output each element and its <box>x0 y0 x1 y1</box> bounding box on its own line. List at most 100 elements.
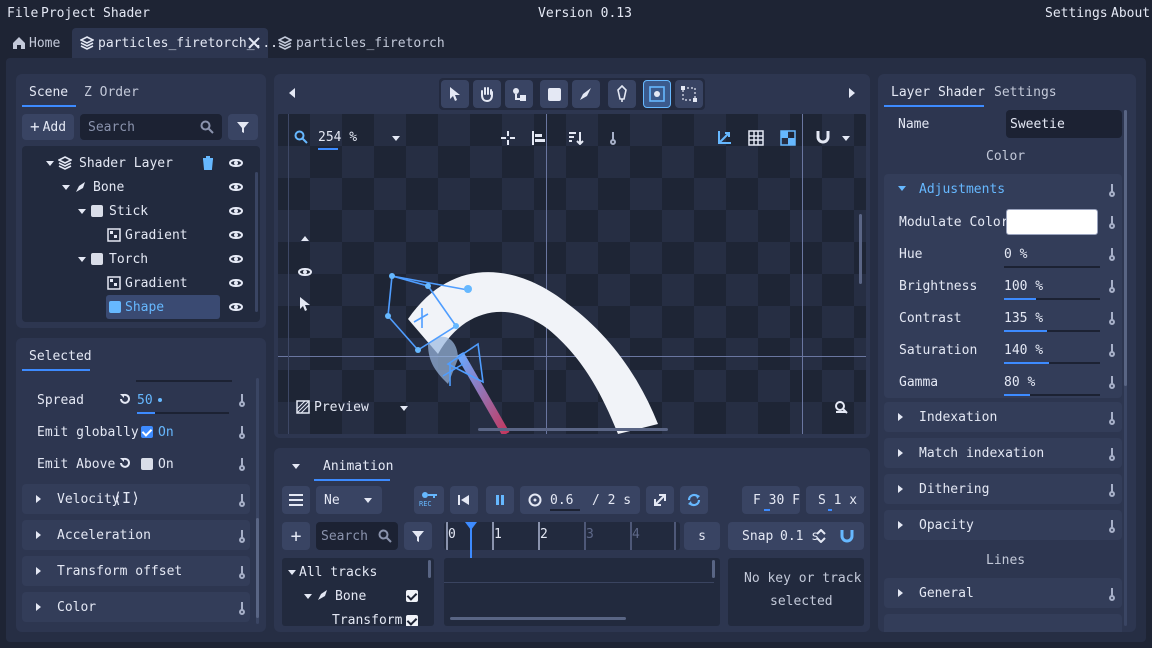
menu-file[interactable]: File <box>7 7 38 20</box>
chevron-down-icon[interactable] <box>46 161 54 166</box>
key-icon[interactable] <box>239 458 245 471</box>
track-transform[interactable]: Transform <box>332 614 402 626</box>
spread-field[interactable]: 50 <box>134 388 230 412</box>
record-button[interactable]: REC <box>414 486 444 514</box>
chevron-down-icon[interactable] <box>78 257 86 262</box>
snap-field[interactable]: Snap 0.1 s <box>728 522 864 550</box>
expand-button[interactable] <box>646 486 674 514</box>
chevron-down-icon[interactable] <box>288 570 296 575</box>
loop-button[interactable] <box>680 486 708 514</box>
prop-contrast[interactable]: Contrast 135 % <box>884 304 1122 336</box>
reset-icon[interactable] <box>118 392 132 406</box>
go-start-button[interactable] <box>450 486 478 514</box>
section-acceleration[interactable]: Acceleration <box>22 520 250 550</box>
slider-grabber[interactable] <box>158 398 162 402</box>
name-input[interactable]: Sweetie <box>1006 110 1122 138</box>
key-icon[interactable] <box>1109 312 1115 325</box>
eye-icon[interactable] <box>229 159 243 167</box>
key-icon[interactable] <box>1109 344 1115 357</box>
key-icon[interactable] <box>239 566 245 579</box>
fps-field[interactable]: F 30 F <box>742 486 800 514</box>
select-tool-button[interactable] <box>441 80 469 108</box>
tab-particles[interactable]: particles_firetorch <box>272 30 445 56</box>
section-indexation[interactable]: Indexation <box>884 402 1122 432</box>
section-match-indexation[interactable]: Match indexation <box>884 438 1122 468</box>
section-general[interactable]: General <box>884 578 1122 608</box>
trash-icon[interactable] <box>202 156 214 170</box>
key-icon[interactable] <box>239 602 245 615</box>
tree-item-bone[interactable]: Bone <box>22 176 254 198</box>
pen-tool-button[interactable] <box>608 80 636 108</box>
track-all[interactable]: All tracks <box>299 566 377 579</box>
track-search-input[interactable]: Search <box>316 522 398 550</box>
bone-tool-button[interactable] <box>505 80 533 108</box>
section-transform-offset[interactable]: Transform offset <box>22 556 250 586</box>
key-icon[interactable] <box>1109 588 1115 601</box>
arrow-left-icon[interactable] <box>288 88 296 98</box>
eye-icon[interactable] <box>229 279 243 287</box>
menu-settings[interactable]: Settings <box>1045 7 1108 20</box>
tree-item-shape[interactable]: Shape <box>106 295 220 319</box>
tree-scrollbar[interactable] <box>255 172 258 312</box>
menu-about[interactable]: About <box>1111 7 1150 20</box>
menu-button[interactable] <box>282 486 310 514</box>
pause-button[interactable] <box>486 486 514 514</box>
tab-layer-shader[interactable]: Layer Shader <box>891 86 985 99</box>
key-icon[interactable] <box>1109 184 1115 197</box>
arrow-right-icon[interactable] <box>848 88 856 98</box>
speed-field[interactable]: S 1 x <box>806 486 864 514</box>
track-bone-checkbox[interactable] <box>406 590 418 602</box>
filter-button[interactable] <box>228 114 258 140</box>
key-icon[interactable] <box>239 426 245 439</box>
key-icon[interactable] <box>1109 484 1115 497</box>
timeline-ruler[interactable]: 0 1 2 3 4 <box>444 522 680 550</box>
key-icon[interactable] <box>239 494 245 507</box>
key-icon[interactable] <box>239 394 245 407</box>
tree-item-gradient[interactable]: Gradient <box>22 224 254 246</box>
unit-button[interactable]: s <box>684 522 720 550</box>
tree-item-gradient[interactable]: Gradient <box>22 272 254 294</box>
emit-above-checkbox[interactable] <box>141 458 153 470</box>
chevron-down-icon[interactable] <box>292 464 300 469</box>
prop-hue[interactable]: Hue 0 % <box>884 240 1122 272</box>
viewport-canvas[interactable]: 254 % Preview <box>278 114 866 434</box>
reset-icon[interactable] <box>118 456 132 470</box>
preview-dropdown[interactable]: Preview <box>314 398 414 418</box>
key-icon[interactable] <box>1109 520 1115 533</box>
viewport-scrollbar-h[interactable] <box>478 428 668 431</box>
key-icon[interactable] <box>1109 280 1115 293</box>
menu-shader[interactable]: Shader <box>103 7 150 20</box>
tree-item-stick[interactable]: Stick <box>22 200 254 222</box>
keys-scrollbar-h[interactable] <box>450 617 626 620</box>
eye-icon[interactable] <box>229 303 243 311</box>
eye-icon[interactable] <box>229 255 243 263</box>
vertex-tool-button[interactable] <box>675 80 703 108</box>
section-more[interactable] <box>884 614 1122 632</box>
section-opacity[interactable]: Opacity <box>884 510 1122 540</box>
pan-tool-button[interactable] <box>473 80 501 108</box>
tab-home[interactable]: Home <box>6 30 68 56</box>
prop-slider[interactable] <box>1004 394 1100 396</box>
viewport-scrollbar-v[interactable] <box>859 214 862 284</box>
key-icon[interactable] <box>239 530 245 543</box>
emit-globally-checkbox[interactable] <box>141 426 153 438</box>
inspector-scrollbar-thumb[interactable] <box>1124 110 1127 386</box>
track-keys[interactable] <box>444 558 720 626</box>
prop-slider[interactable] <box>1004 266 1100 268</box>
shape-tool-button[interactable] <box>540 80 568 108</box>
eye-icon[interactable] <box>229 231 243 239</box>
mode-dropdown[interactable]: Ne <box>316 486 382 514</box>
prop-brightness[interactable]: Brightness 100 % <box>884 272 1122 304</box>
key-icon[interactable] <box>1109 412 1115 425</box>
track-filter-button[interactable] <box>404 522 432 550</box>
prop-slider[interactable] <box>1004 298 1100 300</box>
time-field[interactable]: 0.6 / 2 s <box>520 486 640 514</box>
close-icon[interactable] <box>248 37 260 49</box>
eye-icon[interactable] <box>229 207 243 215</box>
scene-search-input[interactable]: Search <box>80 114 222 140</box>
chevron-down-icon[interactable] <box>62 185 70 190</box>
spread-slider[interactable] <box>137 412 229 414</box>
playhead-handle[interactable] <box>465 522 477 530</box>
menu-project[interactable]: Project <box>41 7 96 20</box>
section-dithering[interactable]: Dithering <box>884 474 1122 504</box>
